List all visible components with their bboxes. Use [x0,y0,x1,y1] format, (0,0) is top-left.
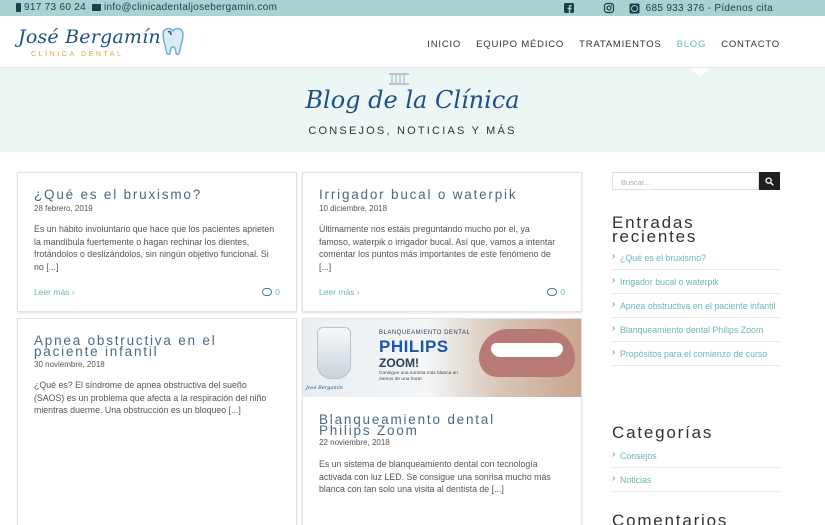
post-title[interactable]: Blanqueamiento dental Philips Zoom [319,413,495,438]
whatsapp-icon [629,3,640,13]
image-brand: PHILIPS [379,337,449,356]
recent-posts-heading: Entradas recientes [612,214,698,246]
search-input[interactable]: Buscar... [612,172,759,190]
columns-icon [389,73,409,85]
post-featured-image[interactable]: BLANQUEAMIENTO DENTAL PHILIPS ZOOM! Cons… [303,319,581,397]
post-excerpt: ¿Qué es? El síndrome de apnea obstructiv… [34,380,267,415]
instagram-icon[interactable] [603,2,615,14]
site-header: José Bergamín CLÍNICA DENTAL INICIO EQUI… [0,16,825,68]
categories-list: Consejos Noticias [612,444,780,492]
recent-post-link[interactable]: Propósitos para el comienzo de curso [612,342,780,366]
main-nav: INICIO EQUIPO MÉDICO TRATAMIENTOS BLOG C… [427,39,780,50]
nav-item-contacto[interactable]: CONTACTO [721,39,780,50]
nav-item-equipo-medico[interactable]: EQUIPO MÉDICO [476,39,564,50]
post-excerpt: Últimamente nos estáis preguntando mucho… [319,224,556,272]
post-date: 28 febrero, 2019 [34,204,93,213]
page-title: Blog de la Clínica [305,86,520,114]
post-title[interactable]: Irrigador bucal o waterpik [319,188,517,202]
nav-item-blog[interactable]: BLOG [677,39,707,50]
categories-heading: Categorías [612,423,714,442]
comment-icon [547,288,558,296]
search-icon [765,176,774,186]
comment-count: 0 [275,287,280,297]
post-title[interactable]: ¿Qué es el bruxismo? [34,188,202,202]
image-logo: José Bergamín [306,385,343,391]
blog-post-card: ¿Qué es el bruxismo? 28 febrero, 2019 Es… [17,172,297,312]
recent-posts-list: ¿Qué es el bruxismo? Irrigador bucal o w… [612,246,780,366]
search-button[interactable] [759,172,780,190]
recent-post-link[interactable]: Irrigador bucal o waterpik [612,270,780,294]
post-date: 10 diciembre, 2018 [319,204,388,213]
comments-heading: Comentarios [612,511,729,525]
tooth-icon [162,27,184,56]
category-link[interactable]: Consejos [612,444,780,468]
page-subtitle: CONSEJOS, NOTICIAS Y MÁS [308,125,517,137]
top-bar: 917 73 60 24 info@clinicadentaljoseberga… [0,0,825,16]
post-date: 22 noviembre, 2018 [319,438,390,447]
image-zoom-text: ZOOM! [379,356,419,370]
nav-active-indicator [690,68,710,77]
image-caption: Consigue una sonrisa más blanca en menos… [379,371,458,382]
phone-number: 917 73 60 24 [24,2,86,13]
whatsapp-number: 685 933 376 - Pídenos cita [645,2,773,14]
nav-item-inicio[interactable]: INICIO [427,39,461,50]
blog-post-card: Irrigador bucal o waterpik 10 diciembre,… [302,172,582,312]
post-date: 30 noviembre, 2018 [34,360,105,369]
recent-post-link[interactable]: ¿Qué es el bruxismo? [612,246,780,270]
logo-name: José Bergamín [18,26,161,48]
image-small-text: BLANQUEAMIENTO DENTAL [379,330,471,336]
post-excerpt: Es un sistema de blanqueamiento dental c… [319,459,551,494]
read-more-link[interactable]: Leer más › [34,287,75,297]
blog-post-card: BLANQUEAMIENTO DENTAL PHILIPS ZOOM! Cons… [302,318,582,525]
comments-link[interactable]: 0 [262,287,280,297]
post-excerpt: Es un hábito involuntario que hace que l… [34,224,275,272]
phone-contact[interactable]: 917 73 60 24 [16,2,86,13]
whatsapp-contact[interactable]: 685 933 376 - Pídenos cita [629,3,773,14]
email-contact[interactable]: info@clinicadentaljosebergamin.com [92,2,277,13]
recent-post-link[interactable]: Blanqueamiento dental Philips Zoom [612,318,780,342]
read-more-link[interactable]: Leer más › [319,287,360,297]
blog-post-card: Apnea obstructiva en el paciente infanti… [17,318,297,525]
phone-icon [16,3,21,12]
category-link[interactable]: Noticias [612,468,780,492]
comment-count: 0 [560,287,565,297]
teeth-image [491,343,563,357]
recent-post-link[interactable]: Apnea obstructiva en el paciente infanti… [612,294,780,318]
whitening-lamp-image [317,327,351,379]
post-title[interactable]: Apnea obstructiva en el paciente infanti… [34,334,217,359]
email-address: info@clinicadentaljosebergamin.com [104,2,278,13]
comment-icon [262,288,273,296]
heading-line: recientes [612,227,698,246]
envelope-icon [92,4,101,11]
facebook-icon[interactable] [563,2,575,14]
logo-subtitle: CLÍNICA DENTAL [31,51,124,58]
nav-item-tratamientos[interactable]: TRATAMIENTOS [579,39,661,50]
comments-link[interactable]: 0 [547,287,565,297]
site-logo[interactable]: José Bergamín CLÍNICA DENTAL [18,24,188,64]
